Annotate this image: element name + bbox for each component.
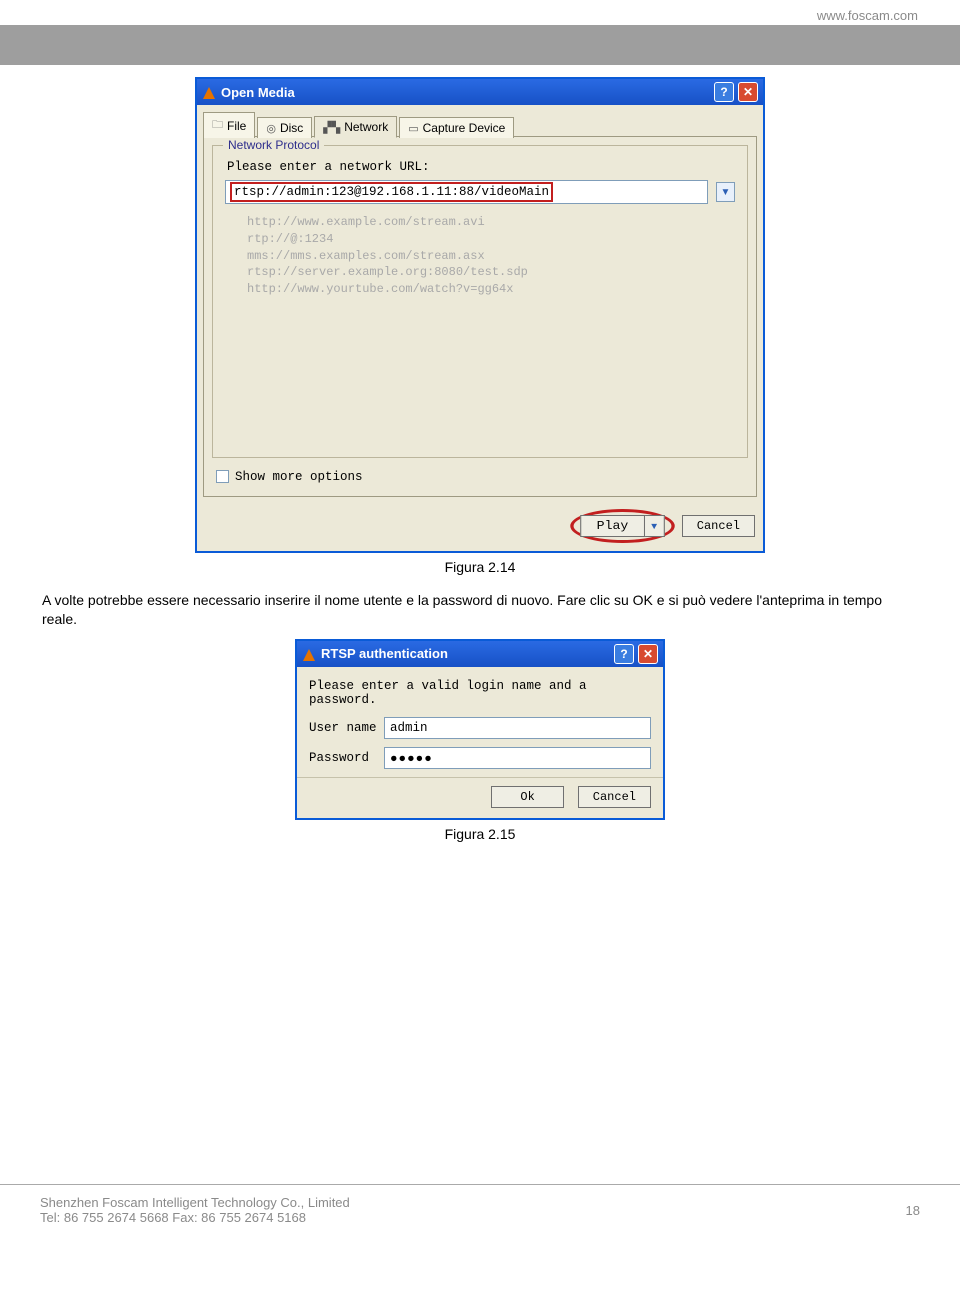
auth-separator [297, 777, 663, 778]
cancel-button[interactable]: Cancel [682, 515, 755, 537]
document-footer: Shenzhen Foscam Intelligent Technology C… [0, 1184, 960, 1235]
example-line: rtsp://server.example.org:8080/test.sdp [247, 264, 735, 281]
tabs-strip: 🗀 File ◎ Disc ▞▚ Network ▭ Capture Devic… [197, 105, 763, 137]
help-button[interactable]: ? [614, 644, 634, 664]
auth-prompt: Please enter a valid login name and a pa… [309, 679, 651, 707]
play-dropdown-button[interactable]: ▼ [645, 515, 665, 537]
url-examples: http://www.example.com/stream.avi rtp://… [225, 210, 735, 298]
auth-titlebar: RTSP authentication ? ✕ [297, 641, 663, 667]
auth-actions: Ok Cancel [309, 786, 651, 808]
figure-caption-215: Figura 2.15 [42, 826, 918, 842]
play-button[interactable]: Play [580, 515, 645, 537]
top-grey-bar [0, 25, 960, 65]
network-icon: ▞▚ [323, 121, 340, 134]
url-input[interactable]: rtsp://admin:123@192.168.1.11:88/videoMa… [225, 180, 708, 204]
tab-network[interactable]: ▞▚ Network [314, 116, 397, 138]
footer-left: Shenzhen Foscam Intelligent Technology C… [40, 1195, 350, 1225]
close-button[interactable]: ✕ [638, 644, 658, 664]
tab-file-label: File [227, 119, 246, 133]
ok-button[interactable]: Ok [491, 786, 563, 808]
folder-icon: 🗀 [212, 116, 223, 135]
auth-title: RTSP authentication [321, 646, 448, 661]
figure-caption-214: Figura 2.14 [42, 559, 918, 575]
auth-cancel-button[interactable]: Cancel [578, 786, 651, 808]
tab-disc[interactable]: ◎ Disc [257, 117, 312, 138]
password-row: Password ●●●●● [309, 747, 651, 769]
auth-body: Please enter a valid login name and a pa… [297, 667, 663, 818]
username-row: User name admin [309, 717, 651, 739]
example-line: http://www.yourtube.com/watch?v=gg64x [247, 281, 735, 298]
example-line: http://www.example.com/stream.avi [247, 214, 735, 231]
tab-disc-label: Disc [280, 121, 303, 135]
url-combo-row: rtsp://admin:123@192.168.1.11:88/videoMa… [225, 180, 735, 204]
body-whitespace [225, 298, 735, 443]
open-media-footer: Play ▼ Cancel [197, 503, 763, 551]
tab-file[interactable]: 🗀 File [203, 112, 255, 138]
tab-capture[interactable]: ▭ Capture Device [399, 117, 514, 138]
footer-tel: Tel: 86 755 2674 5668 Fax: 86 755 2674 5… [40, 1210, 350, 1225]
play-highlight-ring: Play ▼ [570, 509, 674, 543]
capture-icon: ▭ [408, 122, 418, 135]
tab-network-label: Network [344, 120, 388, 134]
footer-company: Shenzhen Foscam Intelligent Technology C… [40, 1195, 350, 1210]
fieldset-legend: Network Protocol [223, 138, 324, 152]
body-paragraph: A volte potrebbe essere necessario inser… [42, 591, 918, 629]
open-media-titlebar: Open Media ? ✕ [197, 79, 763, 105]
url-prompt-label: Please enter a network URL: [227, 160, 735, 174]
header-url: www.foscam.com [0, 0, 960, 25]
more-options-row: Show more options [216, 470, 744, 484]
open-media-dialog: Open Media ? ✕ 🗀 File ◎ Disc ▞▚ Network … [195, 77, 765, 553]
password-label: Password [309, 751, 384, 765]
play-button-group: Play ▼ [580, 515, 664, 537]
username-label: User name [309, 721, 384, 735]
rtsp-auth-dialog: RTSP authentication ? ✕ Please enter a v… [295, 639, 665, 820]
more-options-checkbox[interactable] [216, 470, 229, 483]
example-line: rtp://@:1234 [247, 231, 735, 248]
open-media-body: Network Protocol Please enter a network … [203, 136, 757, 497]
example-line: mms://mms.examples.com/stream.asx [247, 248, 735, 265]
tab-capture-label: Capture Device [423, 121, 506, 135]
close-button[interactable]: ✕ [738, 82, 758, 102]
footer-page-number: 18 [906, 1203, 920, 1218]
username-input[interactable]: admin [384, 717, 651, 739]
more-options-label: Show more options [235, 470, 363, 484]
url-value-highlight: rtsp://admin:123@192.168.1.11:88/videoMa… [230, 182, 553, 202]
vlc-cone-icon [202, 85, 216, 99]
url-dropdown-button[interactable]: ▼ [716, 182, 735, 202]
help-button[interactable]: ? [714, 82, 734, 102]
open-media-title: Open Media [221, 85, 295, 100]
disc-icon: ◎ [266, 122, 276, 135]
password-input[interactable]: ●●●●● [384, 747, 651, 769]
page-content: Open Media ? ✕ 🗀 File ◎ Disc ▞▚ Network … [0, 65, 960, 1235]
network-protocol-group: Network Protocol Please enter a network … [212, 145, 748, 458]
vlc-cone-icon [302, 647, 316, 661]
